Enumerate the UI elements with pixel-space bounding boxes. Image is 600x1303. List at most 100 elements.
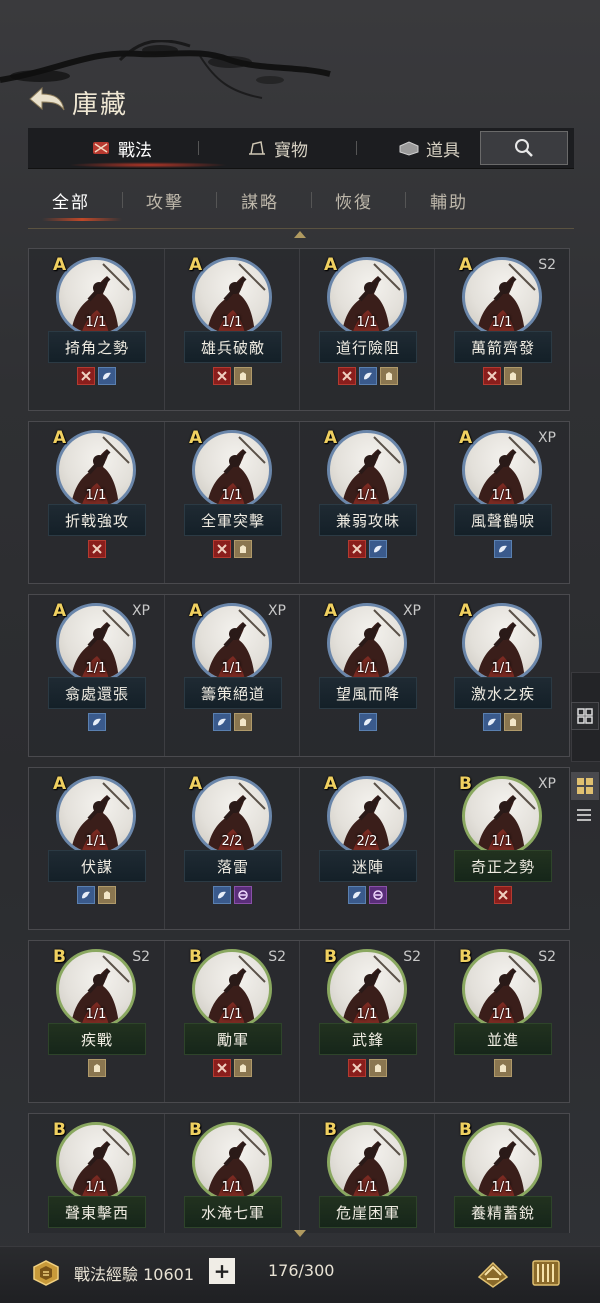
filter-tab-all[interactable]: 全部 — [52, 188, 90, 213]
tactic-card[interactable]: 1/1 A 兼弱攻昧 — [299, 422, 435, 583]
tactic-card[interactable]: 1/1 A XP 翕處還張 — [29, 595, 164, 756]
bottom-bar: 戰法經驗 10601 + 176/300 — [0, 1246, 600, 1303]
tactic-card[interactable]: 1/1 B S2 疾戰 — [29, 941, 164, 1102]
tactic-portrait: 1/1 — [462, 257, 542, 337]
support-type-icon — [504, 367, 522, 385]
tactic-type-icons — [29, 540, 164, 558]
tab-separator — [122, 192, 123, 208]
season-tag: XP — [537, 430, 556, 446]
tactic-portrait: 1/1 — [327, 430, 407, 510]
tactic-card[interactable]: 1/1 A 道行險阻 — [299, 249, 435, 410]
tactic-level: 2/2 — [221, 834, 243, 849]
filter-tab-attack[interactable]: 攻擊 — [146, 188, 184, 213]
scroll-bundle-icon[interactable] — [528, 1255, 564, 1291]
tactic-name: 全軍突擊 — [184, 504, 282, 536]
tactic-portrait: 1/1 — [192, 603, 272, 683]
grade-badge: A — [189, 255, 203, 275]
tactic-type-icons — [435, 886, 570, 904]
tactic-card[interactable]: 1/1 A 掎角之勢 — [29, 249, 164, 410]
tactic-count: 176/300 — [268, 1261, 335, 1280]
grade-badge: B — [53, 947, 66, 967]
tactic-card[interactable]: 1/1 B 聲東擊西 — [29, 1114, 164, 1233]
tab-items[interactable]: 道具 — [398, 128, 474, 168]
tactic-level: 1/1 — [491, 1180, 513, 1195]
attack-type-icon — [213, 1059, 231, 1077]
strategy-type-icon — [98, 367, 116, 385]
treasure-icon — [249, 141, 265, 155]
support-type-icon — [234, 1059, 252, 1077]
filter-tab-recovery[interactable]: 恢復 — [335, 188, 373, 213]
grid-large-icon — [577, 778, 593, 794]
tactic-name: 危崖困軍 — [319, 1196, 417, 1228]
tactic-row: 1/1 B S2 疾戰 1/1 B S2 勵軍 1/1 B S2 武鋒 1/1 B S2 並進 — [28, 940, 570, 1103]
tactic-portrait: 1/1 — [56, 1122, 136, 1202]
tactic-card[interactable]: 1/1 B 水淹七軍 — [164, 1114, 300, 1233]
tactic-level: 1/1 — [491, 1007, 513, 1022]
tactic-name: 折戟強攻 — [48, 504, 146, 536]
filter-tab-strategy[interactable]: 謀略 — [241, 188, 279, 213]
tactic-card[interactable]: 2/2 A 迷陣 — [299, 768, 435, 929]
tactic-card[interactable]: 1/1 B S2 勵軍 — [164, 941, 300, 1102]
tactic-card[interactable]: 2/2 A 落雷 — [164, 768, 300, 929]
search-button[interactable] — [480, 131, 568, 165]
tab-separator — [216, 192, 217, 208]
list-view-button[interactable] — [571, 802, 597, 828]
grade-badge: A — [53, 428, 67, 448]
scroll-down-arrow-icon[interactable] — [294, 1230, 306, 1237]
scroll-up-arrow-icon[interactable] — [294, 231, 306, 238]
tactic-type-icons — [300, 886, 435, 904]
grade-badge: A — [324, 255, 338, 275]
tactic-card[interactable]: 1/1 B 養精蓄銳 — [434, 1114, 570, 1233]
grade-badge: B — [324, 1120, 337, 1140]
tab-tactics[interactable]: 戰法 — [90, 128, 152, 168]
divider — [28, 228, 574, 229]
back-arrow-icon[interactable] — [26, 82, 68, 116]
season-tag: XP — [267, 603, 286, 619]
scroll-icon — [93, 142, 109, 154]
tactic-type-icons — [435, 540, 570, 558]
filter-tab-support[interactable]: 輔助 — [430, 188, 468, 213]
tactic-card[interactable]: 1/1 A 伏謀 — [29, 768, 164, 929]
tactic-name: 並進 — [454, 1023, 552, 1055]
card-view-button[interactable] — [571, 772, 599, 800]
compact-grid-view-button[interactable] — [571, 702, 599, 730]
tactic-card[interactable]: 1/1 A 激水之疾 — [434, 595, 570, 756]
active-filter-underline — [42, 218, 122, 221]
season-tag: S2 — [538, 257, 556, 273]
tactic-card[interactable]: 1/1 A 雄兵破敵 — [164, 249, 300, 410]
grade-badge: A — [189, 428, 203, 448]
top-tab-bar: 戰法 寶物 道具 — [28, 128, 574, 169]
tactic-card[interactable]: 1/1 A XP 籌策絕道 — [164, 595, 300, 756]
support-type-icon — [98, 886, 116, 904]
tactic-name: 疾戰 — [48, 1023, 146, 1055]
tactic-name: 翕處還張 — [48, 677, 146, 709]
tactic-card[interactable]: 1/1 B S2 武鋒 — [299, 941, 435, 1102]
tactic-card[interactable]: 1/1 B XP 奇正之勢 — [434, 768, 570, 929]
tab-treasure[interactable]: 寶物 — [246, 128, 308, 168]
tactic-name: 落雷 — [184, 850, 282, 882]
grade-badge: A — [189, 774, 203, 794]
tactic-name: 掎角之勢 — [48, 331, 146, 363]
tactic-type-icons — [29, 886, 164, 904]
support-type-icon — [234, 540, 252, 558]
experience-icon — [33, 1260, 59, 1286]
add-experience-button[interactable]: + — [209, 1258, 235, 1284]
tactic-card[interactable]: 1/1 A XP 望風而降 — [299, 595, 435, 756]
grade-badge: A — [459, 428, 473, 448]
strategy-type-icon — [483, 713, 501, 731]
tactic-card[interactable]: 1/1 A XP 風聲鶴唳 — [434, 422, 570, 583]
tactic-card[interactable]: 1/1 B S2 並進 — [434, 941, 570, 1102]
tactic-card[interactable]: 1/1 A 折戟強攻 — [29, 422, 164, 583]
tactic-portrait: 1/1 — [462, 1122, 542, 1202]
tactic-portrait: 1/1 — [462, 603, 542, 683]
season-tag: S2 — [403, 949, 421, 965]
tactic-type-icons — [300, 1059, 435, 1077]
tactic-card[interactable]: 1/1 A 全軍突擊 — [164, 422, 300, 583]
tactic-card[interactable]: 1/1 A S2 萬箭齊發 — [434, 249, 570, 410]
attack-type-icon — [337, 367, 356, 385]
tactic-level: 1/1 — [85, 488, 107, 503]
tactic-card[interactable]: 1/1 B 危崖困軍 — [299, 1114, 435, 1233]
tactic-portrait: 1/1 — [56, 603, 136, 683]
strategy-type-icon — [348, 886, 366, 904]
convert-tactic-icon[interactable] — [475, 1255, 511, 1291]
